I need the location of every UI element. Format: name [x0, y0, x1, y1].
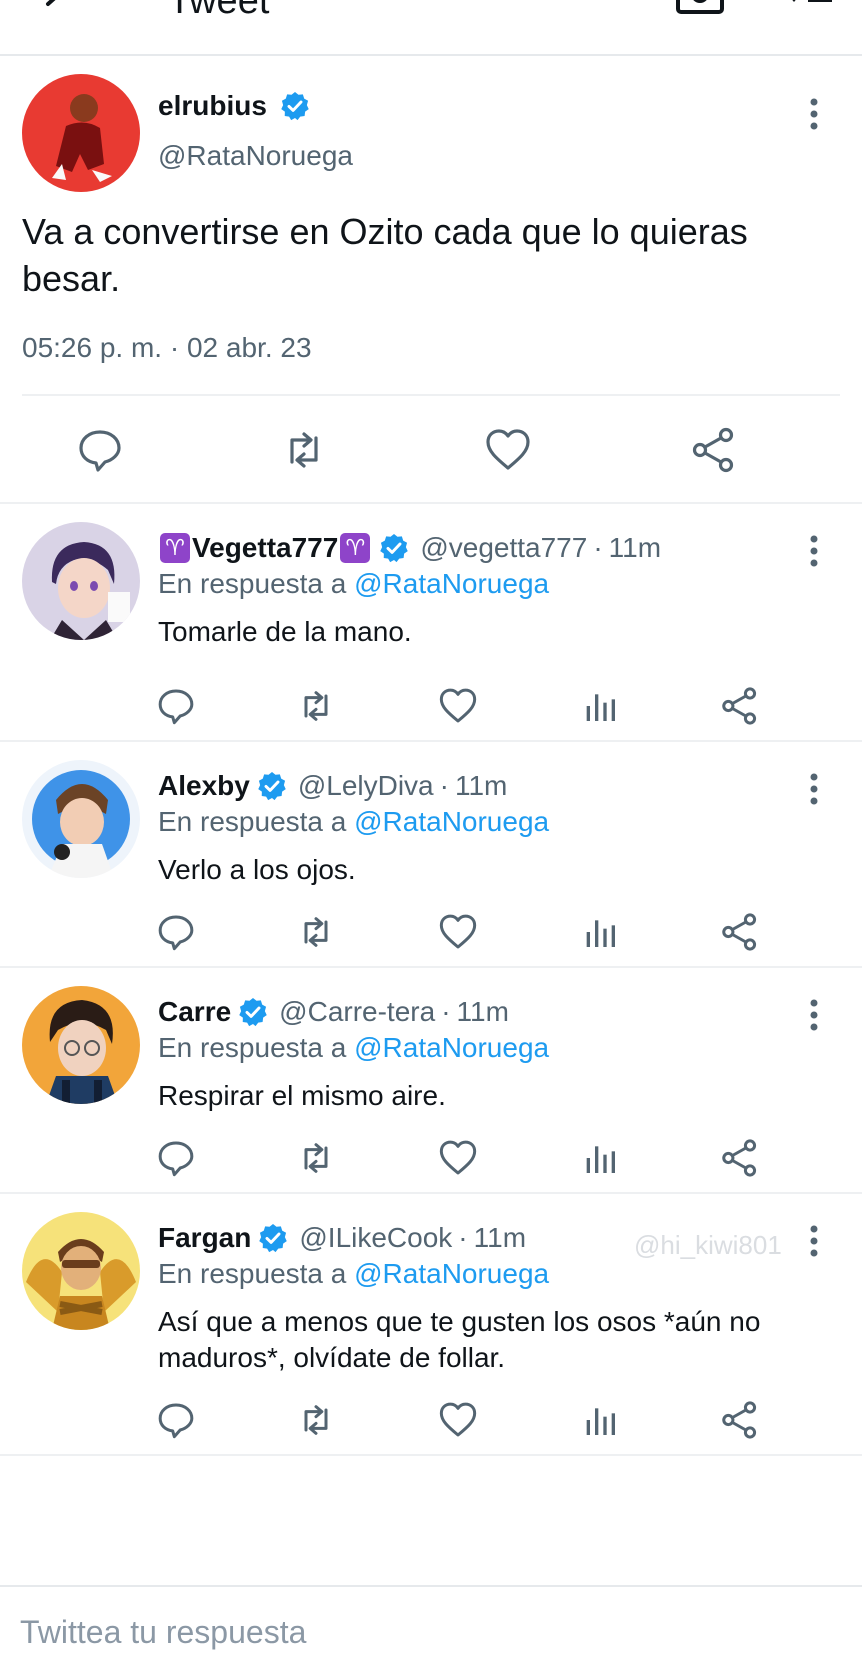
- like-heart-icon[interactable]: [438, 1138, 478, 1178]
- reply-header: Carre @Carre-tera · 11m: [158, 996, 509, 1028]
- mention-link[interactable]: @RataNoruega: [354, 1032, 549, 1063]
- in-reply-to: En respuesta a @RataNoruega: [158, 806, 549, 838]
- reply-header: Alexby @LelyDiva · 11m: [158, 770, 507, 802]
- like-heart-icon[interactable]: [484, 426, 532, 474]
- share-icon[interactable]: [690, 426, 738, 474]
- reply-tweet[interactable]: ♈ Vegetta777 ♈ @vegetta777 · 11m En resp…: [0, 504, 862, 742]
- views-analytics-icon[interactable]: [580, 1400, 620, 1440]
- reply-author-handle[interactable]: @Carre-tera: [279, 996, 435, 1028]
- reply-time: 11m: [473, 1222, 527, 1253]
- retweet-icon[interactable]: [296, 1400, 336, 1440]
- reply-time: 11m: [608, 532, 662, 563]
- watermark: @hi_kiwi801: [634, 1230, 782, 1260]
- reply-text: Así que a menos que te gusten los osos *…: [158, 1306, 761, 1373]
- reply-text: Tomarle de la mano.: [158, 616, 412, 647]
- reply-time: 11m: [454, 770, 508, 801]
- reply-icon[interactable]: [156, 912, 196, 952]
- separator-dot: ·: [458, 1222, 468, 1253]
- in-reply-label: En respuesta a: [158, 568, 347, 599]
- in-reply-to: En respuesta a @RataNoruega: [158, 1032, 549, 1064]
- camera-icon[interactable]: [676, 0, 724, 16]
- like-heart-icon[interactable]: [438, 1400, 478, 1440]
- reply-input[interactable]: [20, 1609, 840, 1655]
- tweet-text: Va a convertirse en Ozito cada que lo qu…: [22, 211, 748, 299]
- in-reply-to: En respuesta a @RataNoruega: [158, 568, 549, 600]
- separator-dot: ·: [439, 770, 449, 801]
- top-bar: Tweet: [0, 0, 862, 56]
- reply-tweet[interactable]: Alexby @LelyDiva · 11m En respuesta a @R…: [0, 742, 862, 968]
- reply-icon[interactable]: [156, 686, 196, 726]
- share-icon[interactable]: [720, 686, 760, 726]
- author-handle[interactable]: @RataNoruega: [158, 140, 353, 172]
- like-heart-icon[interactable]: [438, 686, 478, 726]
- reply-time: 11m: [456, 996, 509, 1027]
- reply-composer: [0, 1585, 862, 1675]
- tweet-timestamp: 05:26 p. m. · 02 abr. 23: [22, 332, 312, 363]
- retweet-icon[interactable]: [296, 912, 336, 952]
- share-icon[interactable]: [720, 912, 760, 952]
- in-reply-label: En respuesta a: [158, 1032, 347, 1063]
- mention-link[interactable]: @RataNoruega: [354, 568, 549, 599]
- aries-emoji-icon: ♈: [160, 533, 190, 563]
- page-title: Tweet: [168, 0, 270, 22]
- reply-author-name[interactable]: Fargan: [158, 1222, 251, 1254]
- verified-badge-icon: [380, 534, 409, 563]
- more-options-icon[interactable]: [804, 772, 824, 806]
- views-analytics-icon[interactable]: [580, 912, 620, 952]
- avatar[interactable]: [22, 1212, 140, 1330]
- reply-author-name[interactable]: Alexby: [158, 770, 250, 802]
- author-name-row: elrubius: [158, 90, 311, 122]
- reply-author-name[interactable]: Vegetta777: [192, 532, 338, 564]
- share-icon[interactable]: [720, 1138, 760, 1178]
- retweet-icon[interactable]: [296, 686, 336, 726]
- verified-badge-icon: [281, 92, 309, 121]
- divider: [22, 394, 840, 396]
- avatar[interactable]: [22, 760, 140, 878]
- separator-dot: ·: [593, 532, 603, 563]
- more-options-icon[interactable]: [804, 534, 824, 568]
- reply-author-handle[interactable]: @LelyDiva: [298, 770, 434, 802]
- verified-badge-icon: [239, 998, 267, 1027]
- avatar[interactable]: [22, 74, 140, 192]
- separator-dot: ·: [441, 996, 451, 1027]
- author-name[interactable]: elrubius: [158, 90, 267, 122]
- retweet-icon[interactable]: [280, 426, 328, 474]
- reply-header: Fargan @ILikeCook · 11m: [158, 1222, 526, 1254]
- reply-author-handle[interactable]: @ILikeCook: [299, 1222, 452, 1254]
- in-reply-label: En respuesta a: [158, 806, 347, 837]
- filter-list-icon[interactable]: [780, 0, 836, 16]
- verified-badge-icon: [259, 1224, 288, 1253]
- aries-emoji-icon: ♈: [340, 533, 371, 563]
- reply-tweet[interactable]: Carre @Carre-tera · 11m En respuesta a @…: [0, 968, 862, 1194]
- reply-icon[interactable]: [156, 1400, 196, 1440]
- mention-link[interactable]: @RataNoruega: [354, 806, 549, 837]
- reply-author-handle[interactable]: @vegetta777: [420, 532, 587, 564]
- more-options-icon[interactable]: [804, 1224, 824, 1258]
- retweet-icon[interactable]: [296, 1138, 336, 1178]
- reply-author-name[interactable]: Carre: [158, 996, 231, 1028]
- reply-icon[interactable]: [76, 426, 124, 474]
- more-options-icon[interactable]: [804, 998, 824, 1032]
- avatar[interactable]: [22, 986, 140, 1104]
- reply-icon[interactable]: [156, 1138, 196, 1178]
- reply-text: Verlo a los ojos.: [158, 854, 356, 885]
- back-arrow-icon[interactable]: [38, 0, 78, 22]
- share-icon[interactable]: [720, 1400, 760, 1440]
- views-analytics-icon[interactable]: [580, 686, 620, 726]
- more-options-icon[interactable]: [804, 96, 824, 132]
- like-heart-icon[interactable]: [438, 912, 478, 952]
- in-reply-to: En respuesta a @RataNoruega: [158, 1258, 549, 1290]
- views-analytics-icon[interactable]: [580, 1138, 620, 1178]
- main-tweet: elrubius @RataNoruega Va a convertirse e…: [0, 56, 862, 504]
- in-reply-label: En respuesta a: [158, 1258, 347, 1289]
- mention-link[interactable]: @RataNoruega: [354, 1258, 549, 1289]
- reply-text: Respirar el mismo aire.: [158, 1080, 446, 1111]
- verified-badge-icon: [258, 772, 286, 801]
- avatar[interactable]: [22, 522, 140, 640]
- reply-header: ♈ Vegetta777 ♈ @vegetta777 · 11m: [158, 532, 661, 564]
